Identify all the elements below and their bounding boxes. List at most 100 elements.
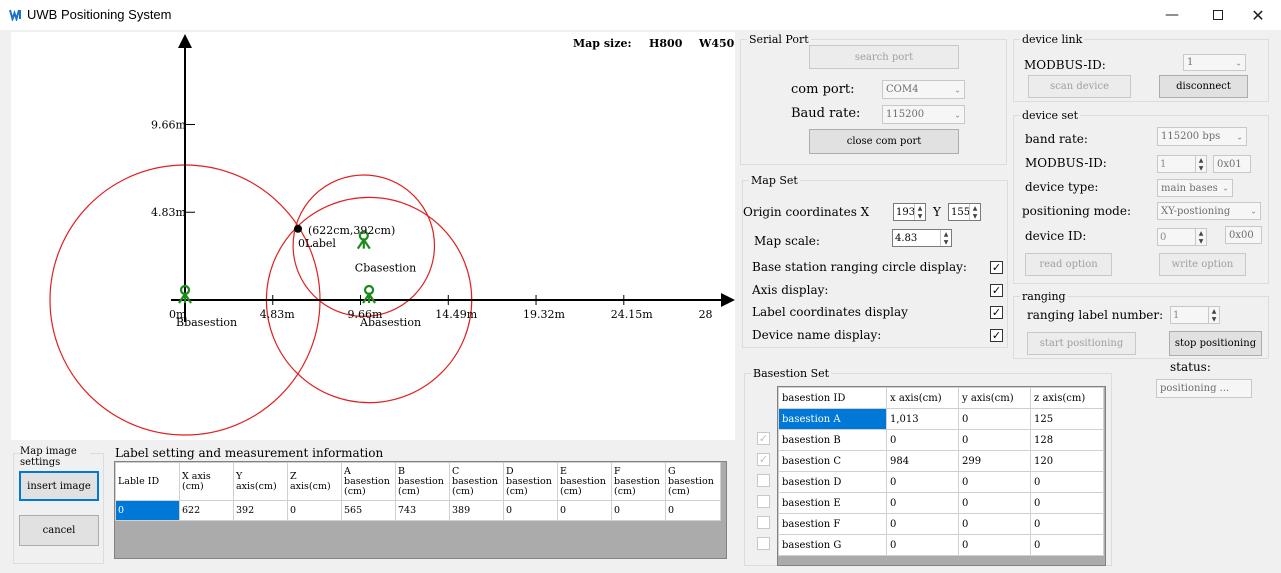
- band-rate-label: band rate:: [1025, 132, 1088, 146]
- basestion-row[interactable]: basestion D000: [778, 471, 1104, 493]
- com-port-select[interactable]: COM4 ⌄: [882, 80, 965, 99]
- disconnect-button[interactable]: disconnect: [1159, 75, 1248, 98]
- basestion-cell-id[interactable]: basestion G: [778, 534, 887, 556]
- insert-image-button[interactable]: insert image: [19, 471, 99, 501]
- basestion-enable-checkbox[interactable]: [757, 537, 770, 550]
- origin-x-spinner[interactable]: 193 ▲ ▼: [893, 203, 926, 221]
- measure-cell[interactable]: 0: [287, 500, 342, 521]
- basestion-enable-checkbox[interactable]: ✓: [757, 432, 770, 445]
- basestion-cell-z[interactable]: 120: [1030, 450, 1104, 472]
- basestion-cell-y[interactable]: 299: [958, 450, 1031, 472]
- measure-cell[interactable]: 565: [341, 500, 396, 521]
- basestion-cell-y[interactable]: 0: [958, 534, 1031, 556]
- basestion-enable-checkbox[interactable]: [757, 495, 770, 508]
- basestion-cell-z[interactable]: 0: [1030, 492, 1104, 514]
- basestion-cell-x[interactable]: 0: [886, 492, 959, 514]
- basestion-row[interactable]: basestion F000: [778, 513, 1104, 535]
- measure-cell[interactable]: 743: [395, 500, 450, 521]
- device-type-select[interactable]: main bases ⌄: [1157, 179, 1233, 197]
- basestion-cell-z[interactable]: 0: [1030, 513, 1104, 535]
- basestion-cell-x[interactable]: 0: [886, 513, 959, 535]
- link-modbus-value: 1: [1187, 57, 1194, 68]
- measure-cell[interactable]: 0: [503, 500, 558, 521]
- basestion-enable-checkbox[interactable]: ✓: [757, 453, 770, 466]
- basestion-cell-y[interactable]: 0: [958, 429, 1031, 451]
- basestion-cell-y[interactable]: 0: [958, 408, 1031, 430]
- map-option-checkbox[interactable]: ✓: [990, 328, 1003, 342]
- cancel-button[interactable]: cancel: [19, 515, 99, 546]
- basestion-cell-x[interactable]: 984: [886, 450, 959, 472]
- minimize-button[interactable]: —: [1149, 0, 1195, 30]
- set-modbus-spinner[interactable]: 1 ▲ ▼: [1157, 155, 1207, 173]
- origin-y-value: 155: [951, 206, 971, 218]
- ranging-number-spinner[interactable]: 1 ▲ ▼: [1170, 306, 1220, 324]
- basestion-cell-z[interactable]: 128: [1030, 429, 1104, 451]
- map-canvas[interactable]: 0m 4.83m 9.66m 14.49m 19.32m 24.15m 28 4.83m 9.6…: [11, 32, 735, 440]
- spinner-arrows-icon[interactable]: ▲ ▼: [914, 204, 925, 220]
- basestion-cell-y[interactable]: 0: [958, 471, 1031, 493]
- com-port-value: COM4: [886, 84, 919, 95]
- map-scale-spinner[interactable]: 4.83 ▲ ▼: [892, 229, 952, 247]
- basestion-cell-y[interactable]: 0: [958, 492, 1031, 514]
- positioning-mode-select[interactable]: XY-postioning ⌄: [1157, 202, 1261, 220]
- basestion-cell-x[interactable]: 0: [886, 429, 959, 451]
- spinner-arrows-icon[interactable]: ▲ ▼: [940, 230, 951, 246]
- measure-cell[interactable]: 0: [115, 500, 180, 521]
- close-com-port-button[interactable]: close com port: [809, 129, 959, 154]
- start-positioning-button[interactable]: start positioning: [1027, 332, 1136, 355]
- stop-positioning-button[interactable]: stop positioning: [1169, 331, 1262, 356]
- x-tick-label: 24.15m: [611, 308, 653, 321]
- spinner-arrows-icon[interactable]: ▲ ▼: [1195, 229, 1206, 245]
- link-modbus-select[interactable]: 1 ⌄: [1183, 54, 1246, 71]
- basestion-table[interactable]: basestion ID x axis(cm) y axis(cm) z axis(c…: [778, 387, 1104, 556]
- measure-cell[interactable]: 622: [179, 500, 234, 521]
- measure-table: Lable ID X axis (cm) Y axis(cm) Z axis(cm) A…: [115, 462, 721, 521]
- band-rate-value: 115200 bps: [1161, 131, 1221, 142]
- basestion-cell-z[interactable]: 0: [1030, 534, 1104, 556]
- spinner-arrows-icon[interactable]: ▲ ▼: [969, 204, 980, 220]
- basestion-enable-checkbox[interactable]: [757, 516, 770, 529]
- scan-device-button[interactable]: scan device: [1028, 75, 1131, 98]
- measure-cell[interactable]: 0: [557, 500, 612, 521]
- chevron-down-icon: ⌄: [954, 85, 961, 94]
- basestion-row[interactable]: basestion G000: [778, 534, 1104, 556]
- basestion-cell-id[interactable]: basestion C: [778, 450, 887, 472]
- basestion-cell-z[interactable]: 0: [1030, 471, 1104, 493]
- y-axis-arrow: [178, 34, 192, 48]
- basestion-cell-id[interactable]: basestion D: [778, 471, 887, 493]
- spinner-arrows-icon[interactable]: ▲ ▼: [1195, 156, 1206, 172]
- basestion-cell-id[interactable]: basestion F: [778, 513, 887, 535]
- basestion-cell-x[interactable]: 1,013: [886, 408, 959, 430]
- map-option-checkbox[interactable]: ✓: [990, 261, 1003, 274]
- map-option-checkbox[interactable]: ✓: [990, 306, 1003, 319]
- measure-header-cell: G basestion (cm): [665, 462, 721, 501]
- map-option-checkbox[interactable]: ✓: [990, 283, 1003, 297]
- measure-cell[interactable]: 0: [665, 500, 721, 521]
- x-tick-label: 19.32m: [523, 308, 565, 321]
- origin-y-spinner[interactable]: 155 ▲ ▼: [948, 203, 981, 221]
- basestion-enable-checkbox[interactable]: [757, 474, 770, 487]
- measure-cell[interactable]: 0: [611, 500, 666, 521]
- search-port-button[interactable]: search port: [809, 45, 959, 69]
- band-rate-select[interactable]: 115200 bps ⌄: [1157, 127, 1247, 146]
- basestion-cell-id[interactable]: basestion A: [778, 408, 887, 430]
- basestion-cell-id[interactable]: basestion E: [778, 492, 887, 514]
- write-option-button[interactable]: write option: [1159, 253, 1246, 276]
- baud-rate-select[interactable]: 115200 ⌄: [882, 105, 965, 124]
- close-button[interactable]: ✕: [1235, 0, 1281, 30]
- read-option-button[interactable]: read option: [1025, 253, 1112, 276]
- basestion-row[interactable]: basestion C 984 299 120: [778, 450, 1104, 472]
- map-set-title: Map Set: [749, 174, 800, 187]
- basestion-row[interactable]: basestion B 0 0 128: [778, 429, 1104, 451]
- measure-cell[interactable]: 389: [449, 500, 504, 521]
- basestion-cell-x[interactable]: 0: [886, 471, 959, 493]
- basestion-row[interactable]: basestion E000: [778, 492, 1104, 514]
- device-id-spinner[interactable]: 0 ▲ ▼: [1157, 228, 1207, 246]
- spinner-arrows-icon[interactable]: ▲ ▼: [1208, 307, 1219, 323]
- measure-cell[interactable]: 392: [233, 500, 288, 521]
- basestion-cell-id[interactable]: basestion B: [778, 429, 887, 451]
- basestion-cell-z[interactable]: 125: [1030, 408, 1104, 430]
- basestion-row[interactable]: basestion A 1,013 0 125: [778, 408, 1104, 430]
- basestion-cell-x[interactable]: 0: [886, 534, 959, 556]
- basestion-cell-y[interactable]: 0: [958, 513, 1031, 535]
